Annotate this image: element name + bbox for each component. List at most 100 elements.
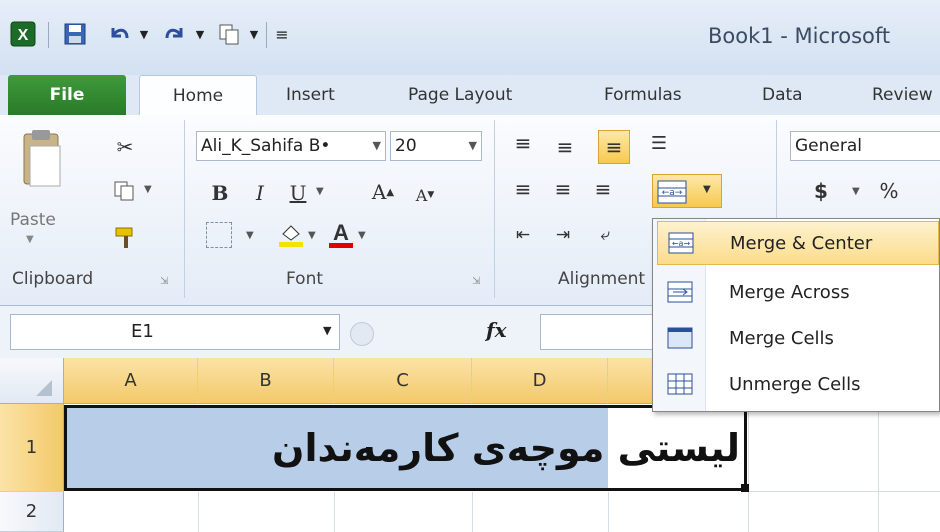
percent-button[interactable]: % [874, 176, 904, 206]
align-right-icon[interactable]: ≡ [588, 174, 618, 204]
merge-center-icon: ←a→ [668, 232, 694, 254]
tab-insert[interactable]: Insert [286, 75, 335, 115]
copy-qa-icon[interactable] [214, 20, 244, 48]
font-launcher-icon[interactable]: ⇲ [472, 276, 480, 287]
chevron-down-icon: ▼ [468, 139, 477, 152]
increase-indent-icon[interactable]: ⇥ [548, 220, 578, 250]
gridline [608, 492, 609, 532]
borders-dropdown-icon[interactable]: ▼ [246, 230, 254, 241]
redo-icon[interactable] [160, 20, 190, 48]
number-format-value: General [795, 136, 862, 156]
align-center-icon[interactable]: ≡ [548, 174, 578, 204]
merge-center-icon: ←a→ [657, 180, 687, 204]
tab-page-layout[interactable]: Page Layout [408, 75, 512, 115]
currency-button[interactable]: $ [806, 176, 836, 206]
align-top-icon[interactable]: ≡ [508, 128, 538, 158]
font-size-value: 20 [395, 136, 417, 156]
customize-qa-icon[interactable]: ≡ [272, 20, 292, 48]
chevron-down-icon: ▼ [323, 324, 332, 337]
clipboard-launcher-icon[interactable]: ⇲ [160, 276, 168, 287]
tab-review[interactable]: Review [872, 75, 933, 115]
tab-formulas[interactable]: Formulas [604, 75, 682, 115]
gridline [334, 492, 335, 532]
copy-dropdown-icon[interactable]: ▼ [246, 20, 262, 48]
gridline [472, 492, 473, 532]
column-header-a[interactable]: A [64, 358, 198, 404]
font-group-label: Font [286, 269, 324, 289]
formula-bar-handle-icon[interactable] [350, 322, 374, 346]
tab-data[interactable]: Data [762, 75, 803, 115]
italic-button[interactable]: I [246, 178, 274, 208]
fill-color-icon[interactable] [276, 220, 306, 248]
underline-dropdown-icon[interactable]: ▼ [316, 186, 324, 197]
group-divider [494, 120, 495, 298]
paste-button[interactable] [16, 128, 66, 204]
merge-cells-icon [667, 327, 693, 349]
menu-item-unmerge-cells[interactable]: Unmerge Cells [657, 363, 939, 407]
excel-logo-icon: X [8, 20, 38, 48]
merge-center-button[interactable]: ←a→ ▼ [652, 174, 722, 208]
chevron-down-icon: ▼ [372, 139, 381, 152]
fill-color-dropdown-icon[interactable]: ▼ [308, 230, 316, 241]
font-color-icon[interactable]: A [326, 220, 356, 250]
save-icon[interactable] [60, 20, 90, 48]
insert-function-button[interactable]: fx [486, 318, 507, 342]
currency-dropdown-icon[interactable]: ▼ [852, 186, 860, 197]
qa-separator [266, 22, 267, 48]
column-header-c[interactable]: C [334, 358, 472, 404]
undo-dropdown-icon[interactable]: ▼ [136, 20, 152, 48]
menu-item-label: Unmerge Cells [729, 374, 861, 395]
fill-handle[interactable] [741, 484, 749, 492]
paste-dropdown-icon[interactable]: ▼ [26, 234, 34, 245]
copy-icon[interactable] [108, 176, 142, 206]
svg-text:←a→: ←a→ [672, 239, 691, 248]
align-left-icon[interactable]: ≡ [508, 174, 538, 204]
bold-button[interactable]: B [206, 178, 234, 208]
undo-icon[interactable] [104, 20, 134, 48]
svg-text:←a→: ←a→ [662, 188, 683, 198]
merge-across-icon [667, 281, 693, 303]
tab-home[interactable]: Home [139, 75, 257, 117]
alignment-group-label: Alignment [558, 269, 646, 289]
ribbon-tabs: File Home Insert Page Layout Formulas Da… [0, 75, 940, 117]
decrease-indent-icon[interactable]: ⇤ [508, 220, 538, 250]
row-header-1[interactable]: 1 [0, 404, 64, 492]
borders-icon[interactable] [206, 222, 232, 248]
menu-item-label: Merge Across [729, 282, 850, 303]
tab-file[interactable]: File [8, 75, 126, 115]
menu-item-merge-center[interactable]: ←a→ Merge & Center [657, 221, 939, 265]
orientation-icon[interactable]: ☰ [644, 128, 674, 158]
font-name-select[interactable]: Ali_K_Sahifa B• ▼ [196, 131, 386, 161]
wrap-text-icon[interactable]: ⤶ [590, 220, 620, 250]
align-bottom-icon[interactable]: ≡ [598, 130, 630, 164]
name-box[interactable]: E1 ▼ [10, 314, 340, 350]
row-header-2[interactable]: 2 [0, 492, 64, 532]
font-color-dropdown-icon[interactable]: ▼ [358, 230, 366, 241]
name-box-value: E1 [131, 321, 154, 342]
group-divider [184, 120, 185, 298]
redo-dropdown-icon[interactable]: ▼ [192, 20, 208, 48]
paste-label: Paste [10, 210, 56, 230]
gridline [748, 491, 940, 492]
shrink-font-icon[interactable]: A ▼ [410, 180, 440, 210]
cut-icon[interactable]: ✂ [108, 132, 142, 162]
qa-separator [48, 22, 49, 48]
column-header-b[interactable]: B [198, 358, 334, 404]
format-painter-icon[interactable] [108, 222, 142, 252]
number-format-select[interactable]: General [790, 131, 940, 161]
menu-item-merge-across[interactable]: Merge Across [657, 271, 939, 315]
grow-font-icon[interactable]: A ▲ [368, 176, 398, 208]
gridline [878, 404, 879, 532]
copy-dropdown-icon[interactable]: ▼ [144, 184, 152, 195]
svg-text:A: A [333, 220, 349, 245]
column-header-d[interactable]: D [472, 358, 608, 404]
gridline [748, 404, 749, 532]
font-size-select[interactable]: 20 ▼ [390, 131, 482, 161]
clipboard-group-label: Clipboard [12, 269, 94, 289]
align-middle-icon[interactable]: ≡ [550, 132, 580, 162]
unmerge-cells-icon [667, 373, 693, 395]
select-all-corner[interactable] [0, 358, 64, 404]
merge-dropdown-menu: ←a→ Merge & Center Merge Across Merge Ce… [652, 218, 940, 412]
underline-button[interactable]: U [284, 178, 312, 208]
menu-item-merge-cells[interactable]: Merge Cells [657, 317, 939, 361]
